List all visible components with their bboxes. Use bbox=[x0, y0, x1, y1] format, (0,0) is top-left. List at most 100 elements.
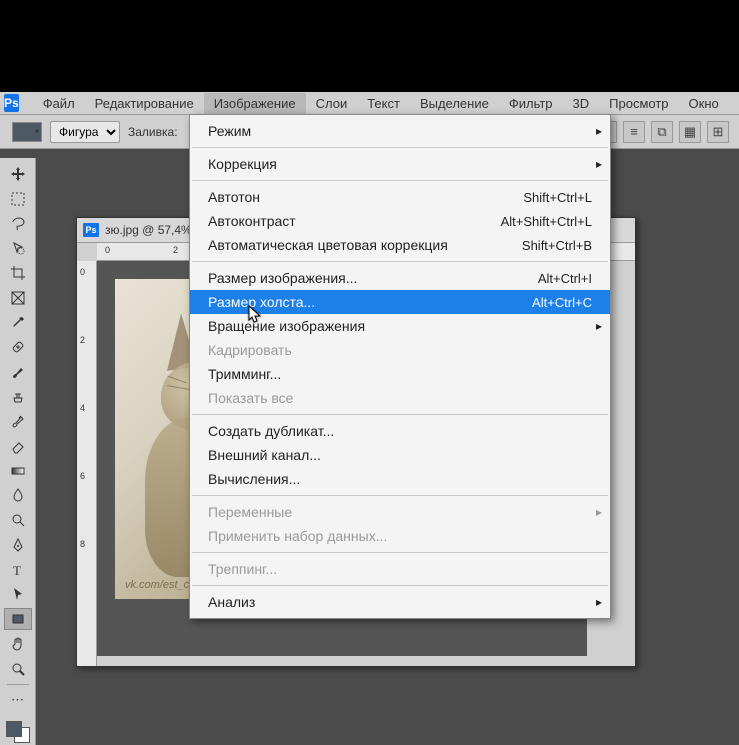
menu-item-применить-набор-данных-: Применить набор данных... bbox=[190, 524, 610, 548]
menu-item-label: Вычисления... bbox=[208, 471, 592, 487]
ruler-v-tick: 2 bbox=[80, 335, 85, 345]
fill-label: Заливка: bbox=[128, 125, 178, 139]
color-swatches[interactable] bbox=[4, 719, 32, 745]
menu-item-label: Создать дубликат... bbox=[208, 423, 592, 439]
tool-blur[interactable] bbox=[4, 484, 32, 507]
menu-item-label: Автоконтраст bbox=[208, 213, 501, 229]
menu-item-shortcut: Alt+Ctrl+C bbox=[532, 295, 592, 310]
ruler-vertical[interactable]: 02468 bbox=[77, 261, 97, 666]
menu-окно[interactable]: Окно bbox=[679, 93, 729, 114]
tool-brush[interactable] bbox=[4, 361, 32, 384]
menu-фильтр[interactable]: Фильтр bbox=[499, 93, 563, 114]
menu-item-создать-дубликат-[interactable]: Создать дубликат... bbox=[190, 419, 610, 443]
menu-item-label: Применить набор данных... bbox=[208, 528, 592, 544]
menu-item-label: Коррекция bbox=[208, 156, 592, 172]
menu-separator bbox=[192, 147, 608, 148]
menu-item-shortcut: Shift+Ctrl+B bbox=[522, 238, 592, 253]
app-logo: Ps bbox=[4, 94, 19, 112]
tool-history-brush[interactable] bbox=[4, 410, 32, 433]
ruler-h-tick: 2 bbox=[173, 245, 178, 255]
menu-item-label: Показать все bbox=[208, 390, 592, 406]
option-icon-3[interactable]: ⧉ bbox=[651, 121, 673, 143]
menu-просмотр[interactable]: Просмотр bbox=[599, 93, 678, 114]
menu-item-label: Треппинг... bbox=[208, 561, 592, 577]
menu-item-автоматическая-цветовая-коррекция[interactable]: Автоматическая цветовая коррекцияShift+C… bbox=[190, 233, 610, 257]
menu-изображение[interactable]: Изображение bbox=[204, 93, 306, 114]
menu-редактирование[interactable]: Редактирование bbox=[85, 93, 204, 114]
menu-item-коррекция[interactable]: Коррекция bbox=[190, 152, 610, 176]
menu-item-режим[interactable]: Режим bbox=[190, 119, 610, 143]
menu-item-вращение-изображения[interactable]: Вращение изображения bbox=[190, 314, 610, 338]
option-icon-5[interactable]: ⊞ bbox=[707, 121, 729, 143]
ruler-v-tick: 4 bbox=[80, 403, 85, 413]
tool-lasso[interactable] bbox=[4, 212, 32, 235]
menu-item-анализ[interactable]: Анализ bbox=[190, 590, 610, 614]
menu-выделение[interactable]: Выделение bbox=[410, 93, 499, 114]
menu-item-label: Кадрировать bbox=[208, 342, 592, 358]
menu-item-shortcut: Alt+Ctrl+I bbox=[538, 271, 592, 286]
menu-файл[interactable]: Файл bbox=[33, 93, 85, 114]
shape-preset-swatch[interactable] bbox=[12, 122, 42, 142]
tool-pen[interactable] bbox=[4, 534, 32, 557]
menubar: Ps ФайлРедактированиеИзображениеСлоиТекс… bbox=[0, 92, 739, 115]
menu-item-shortcut: Alt+Shift+Ctrl+L bbox=[501, 214, 592, 229]
tool-crop[interactable] bbox=[4, 262, 32, 285]
menu-item-размер-изображения-[interactable]: Размер изображения...Alt+Ctrl+I bbox=[190, 266, 610, 290]
menu-item-переменные: Переменные bbox=[190, 500, 610, 524]
menu-item-label: Режим bbox=[208, 123, 592, 139]
ruler-v-tick: 6 bbox=[80, 471, 85, 481]
menu-separator bbox=[192, 585, 608, 586]
tool-hand[interactable] bbox=[4, 632, 32, 655]
tool-path-select[interactable] bbox=[4, 583, 32, 606]
menu-item-label: Автоматическая цветовая коррекция bbox=[208, 237, 522, 253]
tool-clone[interactable] bbox=[4, 385, 32, 408]
menu-item-вычисления-[interactable]: Вычисления... bbox=[190, 467, 610, 491]
image-menu-dropdown: РежимКоррекцияАвтотонShift+Ctrl+LАвтокон… bbox=[189, 114, 611, 619]
image-watermark: vk.com/est_cht bbox=[125, 579, 198, 591]
menu-separator bbox=[192, 495, 608, 496]
menu-item-shortcut: Shift+Ctrl+L bbox=[523, 190, 592, 205]
ruler-h-tick: 0 bbox=[105, 245, 110, 255]
tool-eyedropper[interactable] bbox=[4, 311, 32, 334]
menu-separator bbox=[192, 261, 608, 262]
menu-item-тримминг-[interactable]: Тримминг... bbox=[190, 362, 610, 386]
shape-mode-select[interactable]: Фигура bbox=[50, 121, 120, 143]
menu-item-label: Внешний канал... bbox=[208, 447, 592, 463]
menu-item-кадрировать: Кадрировать bbox=[190, 338, 610, 362]
black-letterbox bbox=[0, 0, 739, 92]
tool-eraser[interactable] bbox=[4, 435, 32, 458]
menu-слои[interactable]: Слои bbox=[306, 93, 358, 114]
tool-gradient[interactable] bbox=[4, 459, 32, 482]
menu-справка[interactable]: Справка bbox=[729, 93, 739, 114]
tool-strip: T ⋯ bbox=[0, 158, 36, 745]
tool-type[interactable]: T bbox=[4, 558, 32, 581]
menu-item-label: Переменные bbox=[208, 504, 592, 520]
option-icon-2[interactable]: ≡ bbox=[623, 121, 645, 143]
menu-item-label: Вращение изображения bbox=[208, 318, 592, 334]
tool-frame[interactable] bbox=[4, 287, 32, 310]
tool-edit-toolbar[interactable]: ⋯ bbox=[4, 689, 32, 712]
menu-item-label: Анализ bbox=[208, 594, 592, 610]
menu-3d[interactable]: 3D bbox=[563, 93, 600, 114]
tool-dodge[interactable] bbox=[4, 509, 32, 532]
menu-item-автотон[interactable]: АвтотонShift+Ctrl+L bbox=[190, 185, 610, 209]
menu-item-размер-холста-[interactable]: Размер холста...Alt+Ctrl+C bbox=[190, 290, 610, 314]
tool-marquee[interactable] bbox=[4, 188, 32, 211]
tool-zoom[interactable] bbox=[4, 657, 32, 680]
tool-quick-select[interactable] bbox=[4, 237, 32, 260]
menu-текст[interactable]: Текст bbox=[357, 93, 410, 114]
menu-item-автоконтраст[interactable]: АвтоконтрастAlt+Shift+Ctrl+L bbox=[190, 209, 610, 233]
menu-item-label: Тримминг... bbox=[208, 366, 592, 382]
tool-move[interactable] bbox=[4, 163, 32, 186]
option-icon-4[interactable]: ▦ bbox=[679, 121, 701, 143]
tool-rectangle[interactable] bbox=[4, 608, 32, 631]
svg-text:T: T bbox=[13, 563, 21, 578]
ruler-v-tick: 0 bbox=[80, 267, 85, 277]
menu-separator bbox=[192, 180, 608, 181]
tool-healing[interactable] bbox=[4, 336, 32, 359]
document-icon: Ps bbox=[83, 223, 99, 237]
menu-item-label: Размер холста... bbox=[208, 294, 532, 310]
menu-item-внешний-канал-[interactable]: Внешний канал... bbox=[190, 443, 610, 467]
menu-separator bbox=[192, 414, 608, 415]
foreground-color-swatch[interactable] bbox=[6, 721, 22, 737]
